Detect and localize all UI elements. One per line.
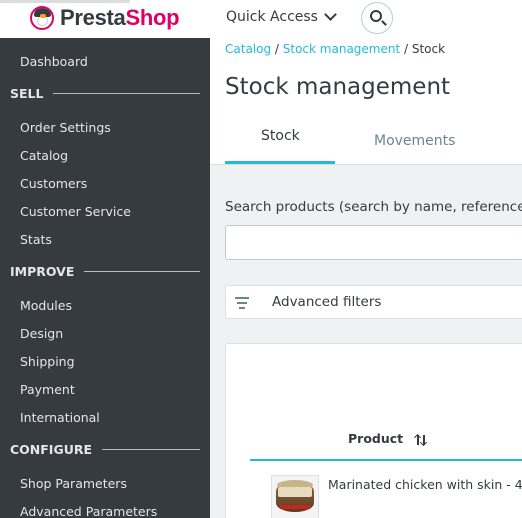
breadcrumb-current: Stock xyxy=(411,42,446,56)
page-title: Stock management xyxy=(225,74,451,100)
sidebar-item-order-settings[interactable]: Order Settings xyxy=(20,120,111,135)
top-header: PrestaShop Quick Access xyxy=(0,0,522,38)
search-icon-handle xyxy=(381,20,387,26)
product-name[interactable]: Marinated chicken with skin - 400g xyxy=(328,477,522,492)
main-content: Catalog / Stock management / Stock Stock… xyxy=(210,38,522,518)
search-products-input[interactable] xyxy=(225,225,522,260)
sidebar-item-customers[interactable]: Customers xyxy=(20,176,87,191)
filter-icon xyxy=(235,297,249,309)
search-icon xyxy=(370,10,382,22)
chevron-down-icon xyxy=(324,8,337,21)
logo-text: PrestaShop xyxy=(60,5,180,31)
logo-text-shop: Shop xyxy=(125,5,180,30)
sidebar-item-advanced-parameters[interactable]: Advanced Parameters xyxy=(20,504,157,518)
sidebar-item-dashboard[interactable]: Dashboard xyxy=(20,54,88,69)
sidebar: Dashboard SELL Order Settings Catalog Cu… xyxy=(0,38,210,518)
sidebar-item-international[interactable]: International xyxy=(20,410,100,425)
section-label: IMPROVE xyxy=(10,264,75,279)
tab-movements[interactable]: Movements xyxy=(374,133,455,149)
sidebar-item-shipping[interactable]: Shipping xyxy=(20,354,75,369)
section-divider xyxy=(84,271,200,272)
active-tab-indicator xyxy=(225,161,335,164)
section-label: SELL xyxy=(10,86,44,101)
sidebar-item-customer-service[interactable]: Customer Service xyxy=(20,204,131,219)
sidebar-item-catalog[interactable]: Catalog xyxy=(20,148,68,163)
search-label: Search products (search by name, referen… xyxy=(225,199,522,215)
logo-text-presta: Presta xyxy=(60,5,126,30)
section-divider xyxy=(53,93,200,94)
sidebar-section-configure: CONFIGURE xyxy=(10,442,200,457)
breadcrumb-separator: / xyxy=(400,42,412,56)
sidebar-section-improve: IMPROVE xyxy=(10,264,200,279)
section-divider xyxy=(102,449,200,450)
can-band xyxy=(280,505,310,509)
search-button[interactable] xyxy=(361,2,393,34)
sidebar-item-stats[interactable]: Stats xyxy=(20,232,52,247)
tab-stock[interactable]: Stock xyxy=(261,128,300,144)
sidebar-item-design[interactable]: Design xyxy=(20,326,63,341)
table-row[interactable]: Marinated chicken with skin - 400g xyxy=(250,461,522,518)
sidebar-item-modules[interactable]: Modules xyxy=(20,298,72,313)
breadcrumb-stock-management[interactable]: Stock management xyxy=(283,42,400,56)
advanced-filters-label: Advanced filters xyxy=(272,294,382,310)
page-header: Catalog / Stock management / Stock Stock… xyxy=(210,38,522,165)
sidebar-section-sell: SELL xyxy=(10,86,200,101)
quick-access-label: Quick Access xyxy=(226,9,318,25)
sort-icon[interactable] xyxy=(413,433,429,447)
quick-access-dropdown[interactable]: Quick Access xyxy=(226,8,337,25)
sidebar-item-shop-parameters[interactable]: Shop Parameters xyxy=(20,476,127,491)
sidebar-item-payment[interactable]: Payment xyxy=(20,382,75,397)
breadcrumb-catalog[interactable]: Catalog xyxy=(225,42,271,56)
product-image[interactable] xyxy=(271,475,319,518)
can-label xyxy=(278,487,312,497)
breadcrumb: Catalog / Stock management / Stock xyxy=(225,42,445,56)
browser-tab-strip xyxy=(0,0,130,3)
section-label: CONFIGURE xyxy=(10,442,93,457)
prestashop-logo[interactable]: PrestaShop xyxy=(30,5,180,31)
advanced-filters-toggle[interactable]: Advanced filters xyxy=(225,285,522,319)
stock-table-card: Product Marinated chicken with skin - 40… xyxy=(225,343,522,518)
breadcrumb-separator: / xyxy=(271,42,283,56)
column-header-product[interactable]: Product xyxy=(348,431,403,446)
puffin-logo-icon xyxy=(30,6,54,30)
